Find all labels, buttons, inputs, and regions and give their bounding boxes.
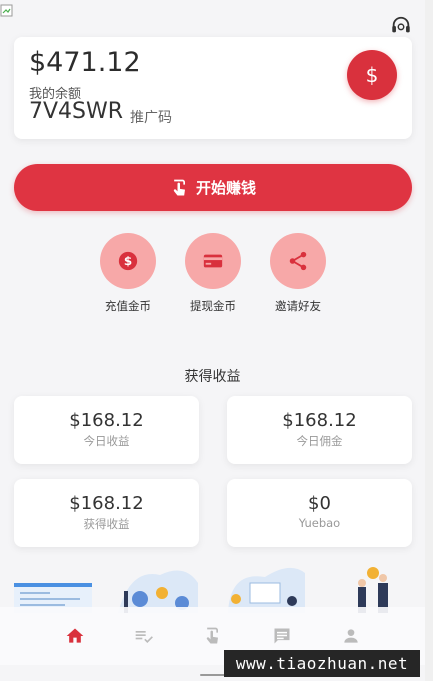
today-commission-card: $168.12 今日佣金 — [227, 396, 412, 464]
broken-image-icon — [0, 4, 13, 17]
withdraw-circle[interactable] — [185, 233, 241, 289]
home-icon — [66, 628, 83, 643]
yuebao-card: $0 Yuebao — [227, 479, 412, 547]
total-earnings-label: 获得收益 — [83, 517, 130, 531]
card-icon — [203, 254, 223, 268]
total-earnings-value: $168.12 — [69, 493, 144, 514]
balance-dollar-button[interactable]: $ — [347, 50, 397, 100]
total-earnings-card: $168.12 获得收益 — [14, 479, 199, 547]
recharge-coins-action[interactable]: $ 充值金币 — [93, 233, 163, 314]
today-earnings-label: 今日收益 — [83, 434, 130, 448]
invite-code: 7V4SWR — [29, 99, 124, 124]
earnings-title: 获得收益 — [184, 369, 241, 385]
share-icon — [289, 251, 307, 271]
task-list-icon — [135, 631, 153, 644]
invite-circle[interactable] — [270, 233, 326, 289]
watermark: www.tiaozhuan.net — [224, 650, 420, 677]
balance-card: $471.12 我的余额 7V4SWR 推广码 $ — [14, 37, 412, 139]
tab-tasks[interactable] — [124, 616, 164, 656]
illustration-banner — [14, 567, 388, 613]
customer-service-icon[interactable] — [390, 15, 412, 37]
tap-icon — [206, 627, 218, 644]
yuebao-value: $0 — [308, 493, 331, 514]
app-page: $471.12 我的余额 7V4SWR 推广码 $ 开始赚钱 $ 充值金币 提现… — [0, 0, 425, 681]
svg-text:$: $ — [124, 254, 132, 268]
today-commission-label: 今日佣金 — [296, 434, 343, 448]
start-earning-label: 开始赚钱 — [195, 179, 256, 197]
scrollbar[interactable] — [425, 0, 433, 681]
home-indicator — [200, 674, 226, 676]
chat-icon — [274, 628, 289, 644]
dollar-icon: $ — [365, 63, 379, 87]
today-earnings-value: $168.12 — [69, 410, 144, 431]
invite-label: 邀请好友 — [275, 299, 321, 313]
withdraw-label: 提现金币 — [190, 299, 236, 313]
invite-code-label: 推广码 — [130, 110, 172, 126]
tap-icon — [173, 179, 185, 195]
person-icon — [343, 629, 358, 643]
start-earning-button[interactable]: 开始赚钱 — [14, 164, 412, 211]
tab-home[interactable] — [55, 616, 95, 656]
recharge-label: 充值金币 — [105, 299, 151, 313]
today-earnings-card: $168.12 今日收益 — [14, 396, 199, 464]
coin-icon: $ — [118, 251, 138, 271]
balance-amount: $471.12 — [29, 47, 141, 78]
recharge-circle[interactable]: $ — [100, 233, 156, 289]
withdraw-coins-action[interactable]: 提现金币 — [178, 233, 248, 314]
yuebao-label: Yuebao — [298, 516, 341, 530]
invite-friends-action[interactable]: 邀请好友 — [263, 233, 333, 314]
today-commission-value: $168.12 — [282, 410, 357, 431]
